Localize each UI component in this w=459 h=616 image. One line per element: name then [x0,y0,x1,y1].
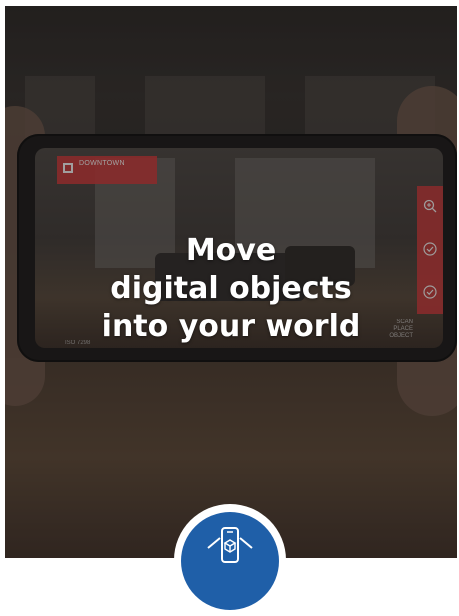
headline: Move digital objects into your world [5,232,457,346]
ar-badge [174,504,286,616]
headline-line: Move [185,233,277,268]
headline-line: into your world [101,309,361,344]
headline-line: digital objects [110,271,352,306]
ar-badge-inner [181,512,279,610]
ar-phone-icon [207,527,253,563]
onboarding-screen: DOWNTOWN ISO 7298 SCAN PLACE OBJECT Move… [5,6,457,558]
